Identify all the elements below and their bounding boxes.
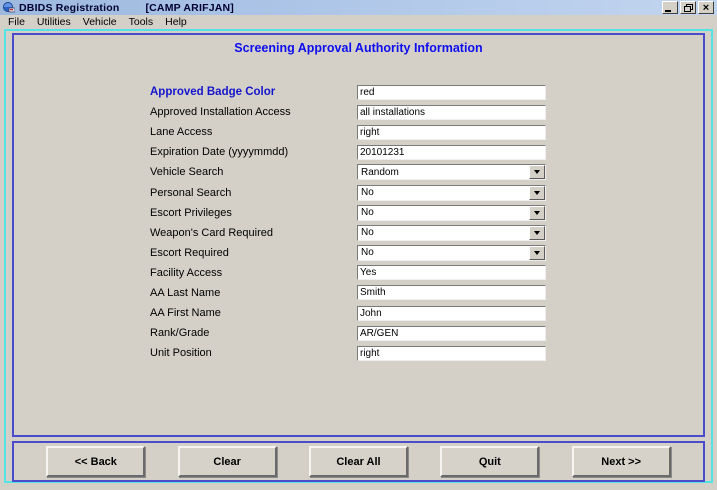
chevron-down-icon	[534, 231, 540, 235]
back-button[interactable]: << Back	[46, 446, 145, 477]
form-row-aa-last-name: AA Last Name	[14, 283, 703, 303]
form-row-escort-required: Escort RequiredNo	[14, 243, 703, 263]
quit-button[interactable]: Quit	[440, 446, 539, 477]
field-label: Rank/Grade	[150, 327, 357, 339]
field-label: Expiration Date (yyyymmdd)	[150, 146, 357, 158]
form-row-weapon-s-card-required: Weapon's Card RequiredNo	[14, 223, 703, 243]
title-bar: DBIDS Registration [CAMP ARIFJAN] ×	[0, 0, 717, 15]
personal-search-select[interactable]: No	[357, 185, 546, 201]
expiration-date-yyyymmdd-input[interactable]	[357, 145, 546, 160]
unit-position-input[interactable]	[357, 346, 546, 361]
chevron-down-icon	[534, 191, 540, 195]
vehicle-search-select[interactable]: Random	[357, 164, 546, 180]
form-row-aa-first-name: AA First Name	[14, 303, 703, 323]
approved-installation-access-input[interactable]	[357, 105, 546, 120]
form-row-vehicle-search: Vehicle SearchRandom	[14, 162, 703, 182]
close-button[interactable]: ×	[698, 1, 714, 14]
window-controls: ×	[662, 1, 714, 14]
form-row-approved-installation-access: Approved Installation Access	[14, 102, 703, 122]
combo-value: No	[358, 186, 529, 200]
field-label: Vehicle Search	[150, 166, 357, 178]
form-row-escort-privileges: Escort PrivilegesNo	[14, 203, 703, 223]
next-button[interactable]: Next >>	[572, 446, 671, 477]
facility-access-input[interactable]	[357, 265, 546, 280]
aa-first-name-input[interactable]	[357, 306, 546, 321]
escort-required-select[interactable]: No	[357, 245, 546, 261]
form-row-personal-search: Personal SearchNo	[14, 182, 703, 202]
window-location: [CAMP ARIFJAN]	[145, 2, 234, 14]
button-panel: << Back Clear Clear All Quit Next >>	[12, 441, 705, 482]
form-row-approved-badge-color: Approved Badge Color	[14, 82, 703, 102]
field-label: Escort Privileges	[150, 207, 357, 219]
app-icon	[3, 2, 15, 13]
minimize-icon	[665, 10, 671, 12]
form-row-facility-access: Facility Access	[14, 263, 703, 283]
form-row-rank-grade: Rank/Grade	[14, 323, 703, 343]
dropdown-button[interactable]	[529, 206, 545, 220]
form-row-lane-access: Lane Access	[14, 122, 703, 142]
menu-vehicle[interactable]: Vehicle	[77, 16, 123, 28]
form-rows: Approved Badge Color Approved Installatio…	[14, 82, 703, 363]
page-title: Screening Approval Authority Information	[14, 41, 703, 55]
clear-button[interactable]: Clear	[178, 446, 277, 477]
field-label: Approved Installation Access	[150, 106, 357, 118]
combo-value: Random	[358, 165, 529, 179]
field-label: Lane Access	[150, 126, 357, 138]
menu-tools[interactable]: Tools	[123, 16, 160, 28]
field-label: Facility Access	[150, 267, 357, 279]
minimize-button[interactable]	[662, 1, 678, 14]
close-icon: ×	[703, 3, 709, 13]
field-label: Approved Badge Color	[150, 86, 357, 98]
combo-value: No	[358, 226, 529, 240]
field-label: Personal Search	[150, 187, 357, 199]
combo-value: No	[358, 246, 529, 260]
form-row-unit-position: Unit Position	[14, 343, 703, 363]
dropdown-button[interactable]	[529, 186, 545, 200]
lane-access-input[interactable]	[357, 125, 546, 140]
combo-value: No	[358, 206, 529, 220]
restore-icon	[684, 4, 693, 12]
escort-privileges-select[interactable]: No	[357, 205, 546, 221]
rank-grade-input[interactable]	[357, 326, 546, 341]
menu-help[interactable]: Help	[159, 16, 193, 28]
field-label: Unit Position	[150, 347, 357, 359]
chevron-down-icon	[534, 251, 540, 255]
clear-all-button[interactable]: Clear All	[309, 446, 408, 477]
window-title: DBIDS Registration	[19, 2, 119, 14]
field-label: Weapon's Card Required	[150, 227, 357, 239]
aa-last-name-input[interactable]	[357, 285, 546, 300]
form-row-expiration-date-yyyymmdd: Expiration Date (yyyymmdd)	[14, 142, 703, 162]
field-label: Escort Required	[150, 247, 357, 259]
screening-form-panel: Screening Approval Authority Information…	[12, 33, 705, 437]
chevron-down-icon	[534, 211, 540, 215]
menu-utilities[interactable]: Utilities	[31, 16, 77, 28]
approved-badge-color-input[interactable]	[357, 85, 546, 100]
dropdown-button[interactable]	[529, 226, 545, 240]
field-label: AA Last Name	[150, 287, 357, 299]
restore-button[interactable]	[680, 1, 696, 14]
weapon-s-card-required-select[interactable]: No	[357, 225, 546, 241]
dbids-registration-window: DBIDS Registration [CAMP ARIFJAN] × File…	[0, 0, 717, 490]
field-label: AA First Name	[150, 307, 357, 319]
chevron-down-icon	[534, 170, 540, 174]
menu-bar: FileUtilitiesVehicleToolsHelp	[0, 15, 717, 28]
menu-file[interactable]: File	[2, 16, 31, 28]
dropdown-button[interactable]	[529, 246, 545, 260]
dropdown-button[interactable]	[529, 165, 545, 179]
